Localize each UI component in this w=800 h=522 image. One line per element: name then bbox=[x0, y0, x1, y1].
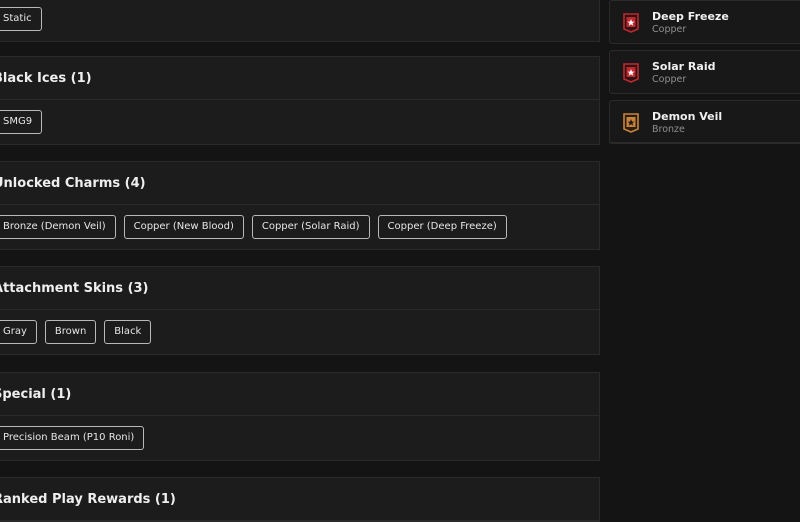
section-tags: Static bbox=[0, 0, 599, 41]
tag-skin-black[interactable]: Black bbox=[104, 320, 152, 344]
section-title: Ranked Play Rewards (1) bbox=[0, 491, 176, 507]
section-title: Black Ices (1) bbox=[0, 70, 92, 86]
section-header: Special (1) bbox=[0, 373, 599, 416]
tag-skin-brown[interactable]: Brown bbox=[44, 320, 97, 344]
section-static: Static bbox=[0, 0, 600, 42]
tag-skin-gray[interactable]: Gray bbox=[0, 320, 37, 344]
section-header: Ranked Play Rewards (1) bbox=[0, 478, 599, 521]
charm-tier: Bronze bbox=[652, 124, 685, 135]
section-attachment-skins: Attachment Skins (3) Gray Brown Black bbox=[0, 266, 600, 355]
section-title: Special (1) bbox=[0, 386, 72, 402]
section-tags: Precision Beam (P10 Roni) bbox=[0, 416, 599, 460]
tag-charm-copper-solar-raid[interactable]: Copper (Solar Raid) bbox=[251, 215, 370, 239]
tag-charm-copper-new-blood[interactable]: Copper (New Blood) bbox=[123, 215, 244, 239]
section-header: Attachment Skins (3) bbox=[0, 267, 599, 310]
section-header: Black Ices (1) bbox=[0, 57, 599, 100]
charm-item-demon-veil[interactable]: Demon Veil Bronze bbox=[609, 100, 800, 144]
charm-item-deep-freeze[interactable]: Deep Freeze Copper bbox=[609, 0, 800, 44]
tag-charm-bronze-demon-veil[interactable]: Bronze (Demon Veil) bbox=[0, 215, 116, 239]
bronze-charm-badge-icon bbox=[623, 113, 639, 133]
section-unlocked-charms: Unlocked Charms (4) Bronze (Demon Veil) … bbox=[0, 161, 600, 250]
charm-name: Deep Freeze bbox=[652, 10, 729, 23]
copper-charm-badge-icon bbox=[623, 13, 639, 33]
charm-name: Demon Veil bbox=[652, 110, 723, 123]
tag-static[interactable]: Static bbox=[0, 7, 42, 31]
sidebar-divider bbox=[609, 142, 800, 143]
section-special: Special (1) Precision Beam (P10 Roni) bbox=[0, 372, 600, 461]
charm-item-solar-raid[interactable]: Solar Raid Copper bbox=[609, 50, 800, 94]
section-tags: Bronze (Demon Veil) Copper (New Blood) C… bbox=[0, 205, 599, 249]
copper-charm-badge-icon bbox=[623, 63, 639, 83]
tag-precision-beam[interactable]: Precision Beam (P10 Roni) bbox=[0, 426, 145, 450]
section-tags: SMG9 bbox=[0, 100, 599, 144]
charm-tier: Copper bbox=[652, 74, 687, 85]
section-tags: Gray Brown Black bbox=[0, 310, 599, 354]
section-black-ices: Black Ices (1) SMG9 bbox=[0, 56, 600, 145]
tag-smg9[interactable]: SMG9 bbox=[0, 110, 43, 134]
section-header: Unlocked Charms (4) bbox=[0, 162, 599, 205]
charm-name: Solar Raid bbox=[652, 60, 716, 73]
charm-tier: Copper bbox=[652, 24, 687, 35]
section-ranked-play-rewards: Ranked Play Rewards (1) bbox=[0, 477, 600, 522]
tag-charm-copper-deep-freeze[interactable]: Copper (Deep Freeze) bbox=[377, 215, 507, 239]
section-title: Unlocked Charms (4) bbox=[0, 175, 146, 191]
section-title: Attachment Skins (3) bbox=[0, 280, 149, 296]
